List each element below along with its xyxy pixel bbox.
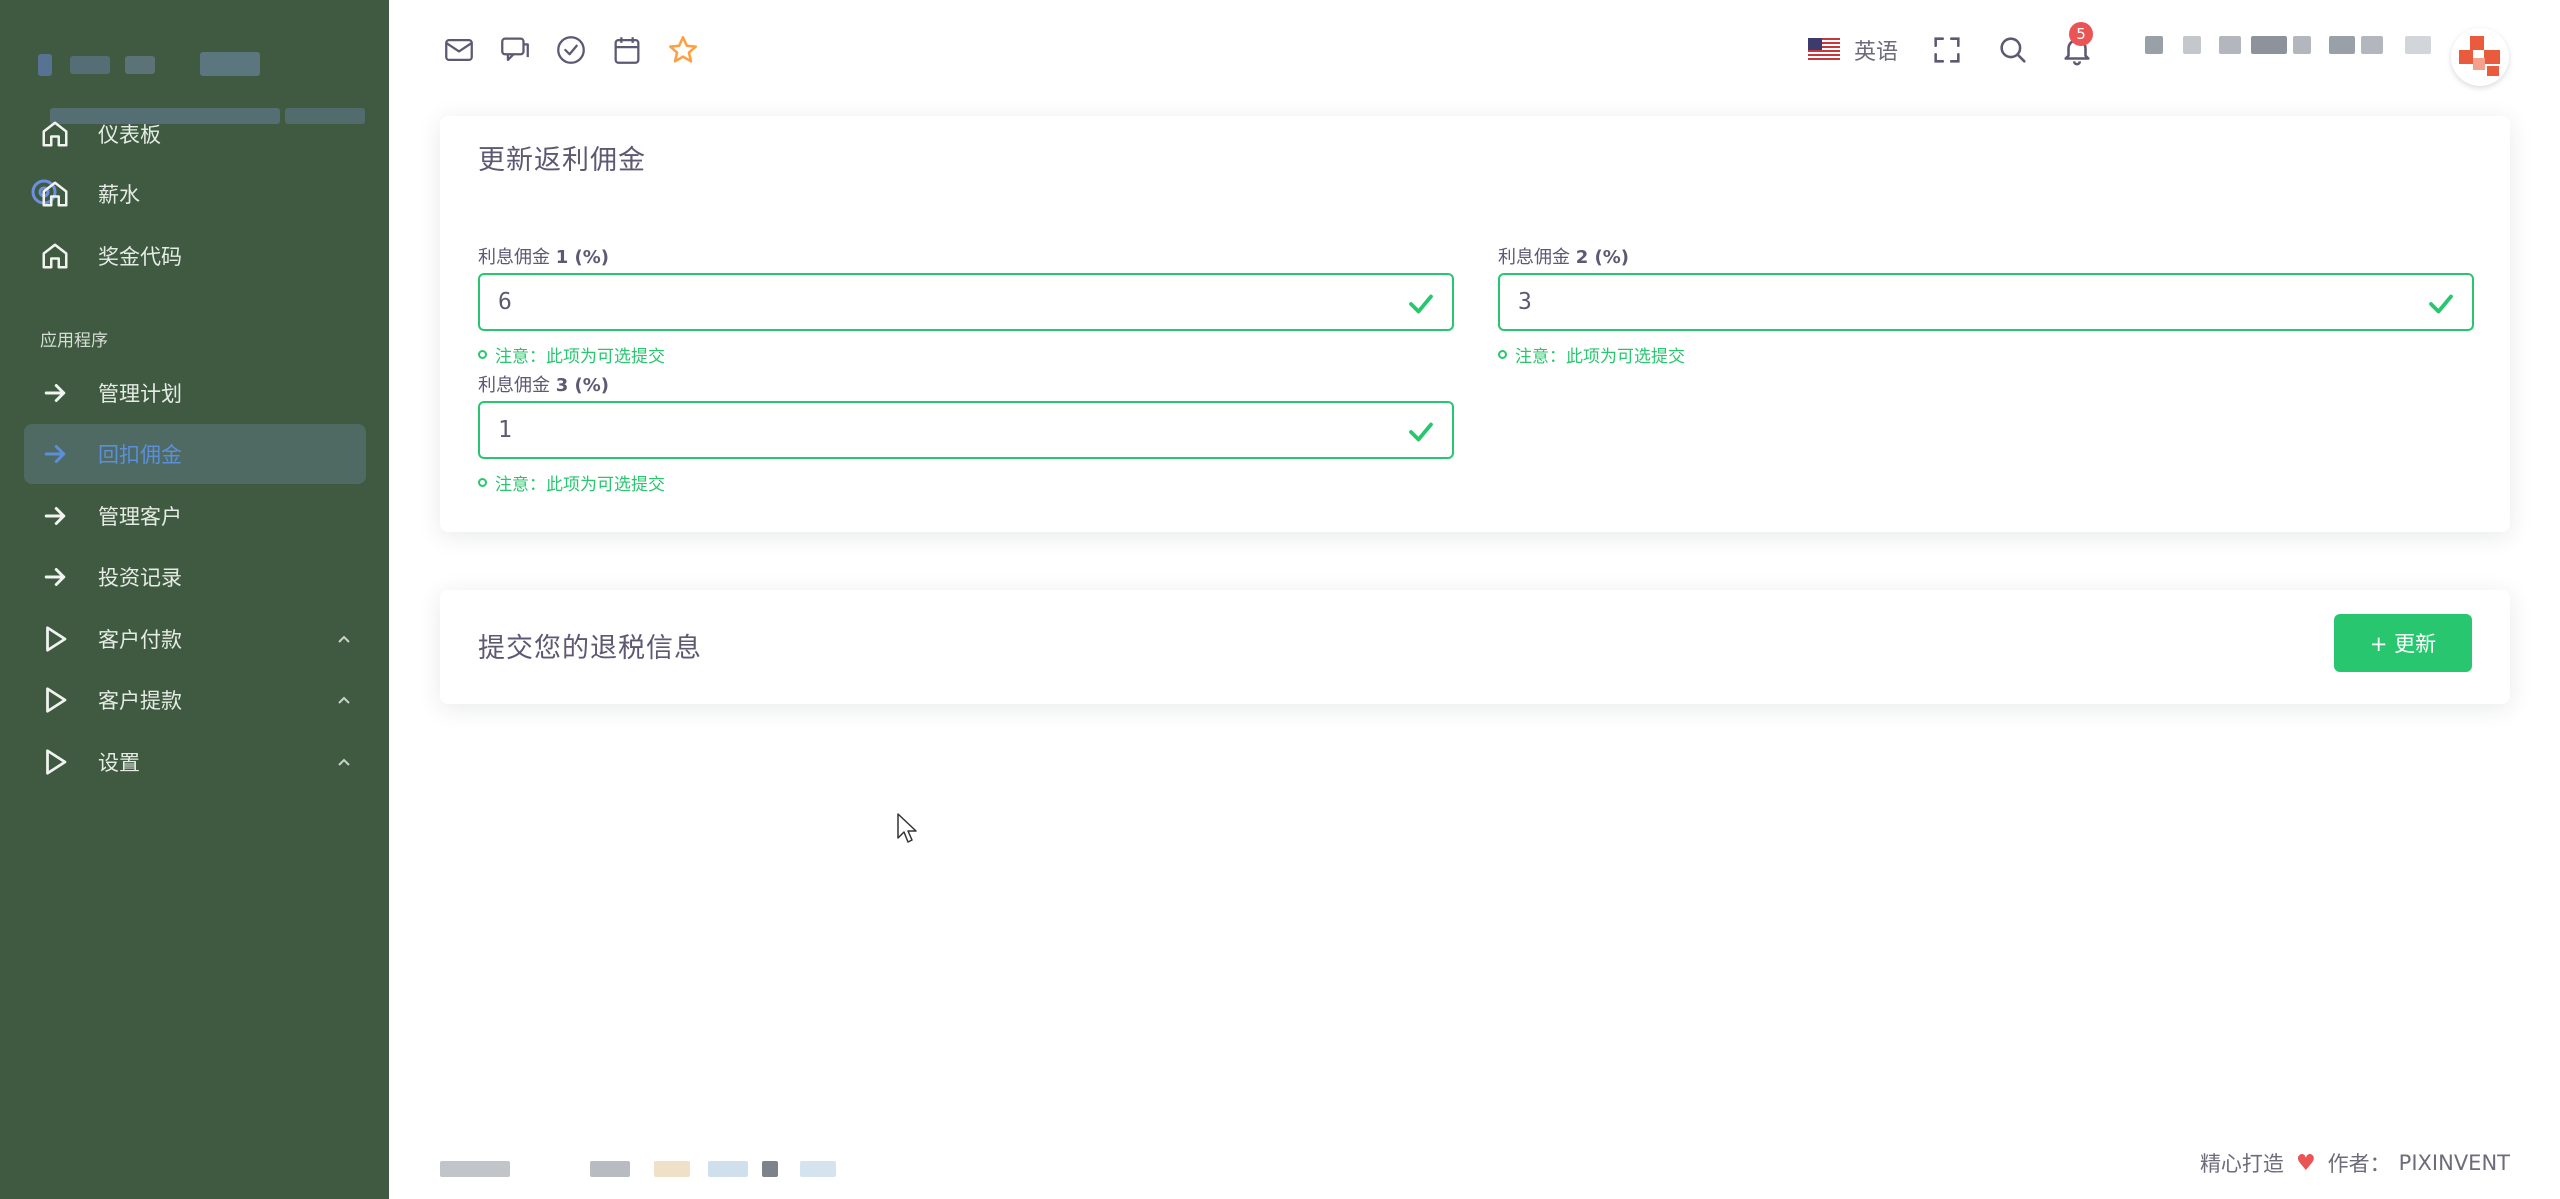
user-avatar[interactable] bbox=[2451, 28, 2509, 86]
footer-made-with: 精心打造 bbox=[2199, 1152, 2284, 1176]
sidebar-item-label: 仪表板 bbox=[98, 123, 161, 147]
arrow-right-icon bbox=[38, 499, 72, 533]
sidebar-item-label: 投资记录 bbox=[98, 566, 182, 590]
commission-1-input[interactable] bbox=[480, 289, 1452, 315]
commission-3-input[interactable] bbox=[480, 417, 1452, 443]
circle-icon bbox=[1498, 350, 1507, 359]
home-icon bbox=[38, 177, 72, 211]
footer-author-link[interactable]: PIXINVENT bbox=[2399, 1151, 2510, 1175]
sidebar-item-label: 奖金代码 bbox=[98, 245, 182, 269]
footer-copyright-blur bbox=[440, 1158, 840, 1180]
chevron-up-icon bbox=[338, 758, 350, 766]
sidebar-item-bonus-code[interactable]: 奖金代码 bbox=[24, 226, 366, 286]
sidebar-item-label: 管理客户 bbox=[98, 505, 182, 529]
circle-icon bbox=[478, 350, 487, 359]
check-circle-icon[interactable] bbox=[554, 33, 588, 67]
footer-author-label: 作者： bbox=[2327, 1152, 2391, 1176]
play-icon bbox=[38, 622, 72, 656]
language-selector[interactable]: 英语 bbox=[1808, 35, 1898, 65]
card-title: 提交您的退税信息 bbox=[478, 633, 702, 664]
check-icon bbox=[1409, 294, 1433, 314]
arrow-right-icon bbox=[38, 437, 72, 471]
update-button[interactable]: + 更新 bbox=[2334, 614, 2472, 672]
rebate-commission-card: 更新返利佣金 利息佣金 1 (%) 注意：此项为可选提交 利息佣金 2 (%) … bbox=[440, 116, 2510, 532]
commission-2-label: 利息佣金 2 (%) bbox=[1498, 247, 1630, 268]
sidebar-item-client-payments[interactable]: 客户付款 bbox=[24, 609, 366, 669]
commission-3-field[interactable] bbox=[478, 401, 1454, 459]
sidebar-item-label: 管理计划 bbox=[98, 382, 182, 406]
card-title: 更新返利佣金 bbox=[478, 145, 646, 176]
commission-2-input[interactable] bbox=[1500, 289, 2472, 315]
language-label: 英语 bbox=[1854, 40, 1899, 65]
sidebar-item-manage-clients[interactable]: 管理客户 bbox=[24, 486, 366, 546]
calendar-icon[interactable] bbox=[610, 33, 644, 67]
sidebar-item-label: 薪水 bbox=[98, 183, 140, 207]
sidebar-item-label: 设置 bbox=[98, 751, 140, 775]
sidebar-item-settings[interactable]: 设置 bbox=[24, 732, 366, 792]
mouse-cursor-icon bbox=[897, 813, 917, 843]
user-name-blur bbox=[2145, 36, 2163, 54]
home-icon bbox=[38, 117, 72, 151]
sidebar-item-label: 客户提款 bbox=[98, 689, 182, 713]
commission-2-note: 注意：此项为可选提交 bbox=[1498, 342, 1685, 367]
us-flag-icon bbox=[1808, 38, 1840, 62]
arrow-right-icon bbox=[38, 376, 72, 410]
home-icon bbox=[38, 239, 72, 273]
notification-badge: 5 bbox=[2069, 22, 2093, 46]
sidebar-item-rebate-commission[interactable]: 回扣佣金 bbox=[24, 424, 366, 484]
heart-icon: ♥ bbox=[2295, 1150, 2316, 1176]
fullscreen-icon[interactable] bbox=[1930, 33, 1964, 67]
sidebar-item-label: 客户付款 bbox=[98, 628, 182, 652]
circle-icon bbox=[478, 478, 487, 487]
sidebar-item-dashboard[interactable]: 仪表板 bbox=[24, 104, 366, 164]
sidebar: 仪表板 薪水 奖金代码 应用程序 管理计划 回扣佣金 管理客户 投资记录 客户付… bbox=[0, 0, 389, 1199]
check-icon bbox=[1409, 422, 1433, 442]
tax-refund-card: 提交您的退税信息 + 更新 bbox=[440, 590, 2510, 704]
play-icon bbox=[38, 683, 72, 717]
play-icon bbox=[38, 745, 72, 779]
commission-1-label: 利息佣金 1 (%) bbox=[478, 247, 610, 268]
chevron-up-icon bbox=[338, 696, 350, 704]
check-icon bbox=[2429, 294, 2453, 314]
top-navbar: 英语 5 bbox=[389, 0, 2560, 100]
mail-icon[interactable] bbox=[442, 33, 476, 67]
sidebar-section-apps: 应用程序 bbox=[40, 331, 108, 351]
sidebar-item-salary[interactable]: 薪水 bbox=[24, 164, 366, 224]
commission-3-label: 利息佣金 3 (%) bbox=[478, 375, 610, 396]
sidebar-item-label: 回扣佣金 bbox=[98, 443, 182, 467]
sidebar-item-client-withdrawals[interactable]: 客户提款 bbox=[24, 670, 366, 730]
search-icon[interactable] bbox=[1996, 33, 2030, 67]
sidebar-item-manage-plans[interactable]: 管理计划 bbox=[24, 363, 366, 423]
arrow-right-icon bbox=[38, 560, 72, 594]
commission-1-note: 注意：此项为可选提交 bbox=[478, 342, 665, 367]
chat-icon[interactable] bbox=[498, 33, 532, 67]
sidebar-item-investment-records[interactable]: 投资记录 bbox=[24, 547, 366, 607]
footer-credits: 精心打造 ♥ 作者： PIXINVENT bbox=[2200, 1148, 2510, 1178]
commission-1-field[interactable] bbox=[478, 273, 1454, 331]
commission-2-field[interactable] bbox=[1498, 273, 2474, 331]
chevron-up-icon bbox=[338, 635, 350, 643]
commission-3-note: 注意：此项为可选提交 bbox=[478, 470, 665, 495]
star-icon[interactable] bbox=[666, 33, 700, 67]
